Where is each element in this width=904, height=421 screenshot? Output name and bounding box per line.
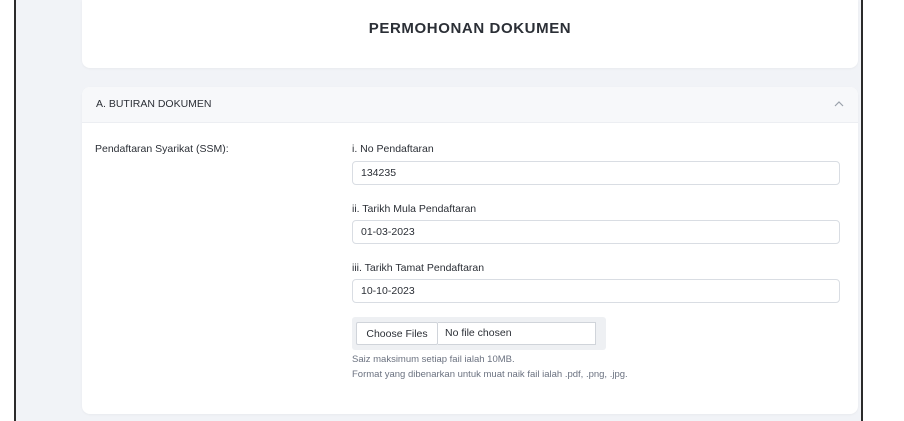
section-header-label: A. BUTIRAN DOKUMEN xyxy=(96,98,212,110)
field-group-label: Pendaftaran Syarikat (SSM): xyxy=(95,143,229,155)
field-label-tarikh-tamat: iii. Tarikh Tamat Pendaftaran xyxy=(352,262,485,274)
tarikh-mula-input[interactable] xyxy=(352,220,840,244)
section-header[interactable]: A. BUTIRAN DOKUMEN xyxy=(82,87,858,123)
field-label-no-pendaftaran: i. No Pendaftaran xyxy=(352,143,434,155)
chevron-up-icon[interactable] xyxy=(832,97,846,111)
tarikh-tamat-input[interactable] xyxy=(352,279,840,303)
file-status-text: No file chosen xyxy=(438,322,596,345)
field-label-tarikh-mula: ii. Tarikh Mula Pendaftaran xyxy=(352,203,477,215)
section-card-butiran-dokumen: A. BUTIRAN DOKUMEN Pendaftaran Syarikat … xyxy=(82,87,858,414)
file-upload-field: Choose Files No file chosen xyxy=(352,317,606,350)
page-frame: PERMOHONAN DOKUMEN A. BUTIRAN DOKUMEN Pe… xyxy=(14,0,863,421)
title-card: PERMOHONAN DOKUMEN xyxy=(82,0,858,68)
no-pendaftaran-input[interactable] xyxy=(352,161,840,185)
upload-size-help: Saiz maksimum setiap fail ialah 10MB. xyxy=(352,354,515,365)
choose-files-button[interactable]: Choose Files xyxy=(356,322,438,345)
upload-format-help: Format yang dibenarkan untuk muat naik f… xyxy=(352,369,628,380)
page-title: PERMOHONAN DOKUMEN xyxy=(368,20,572,37)
